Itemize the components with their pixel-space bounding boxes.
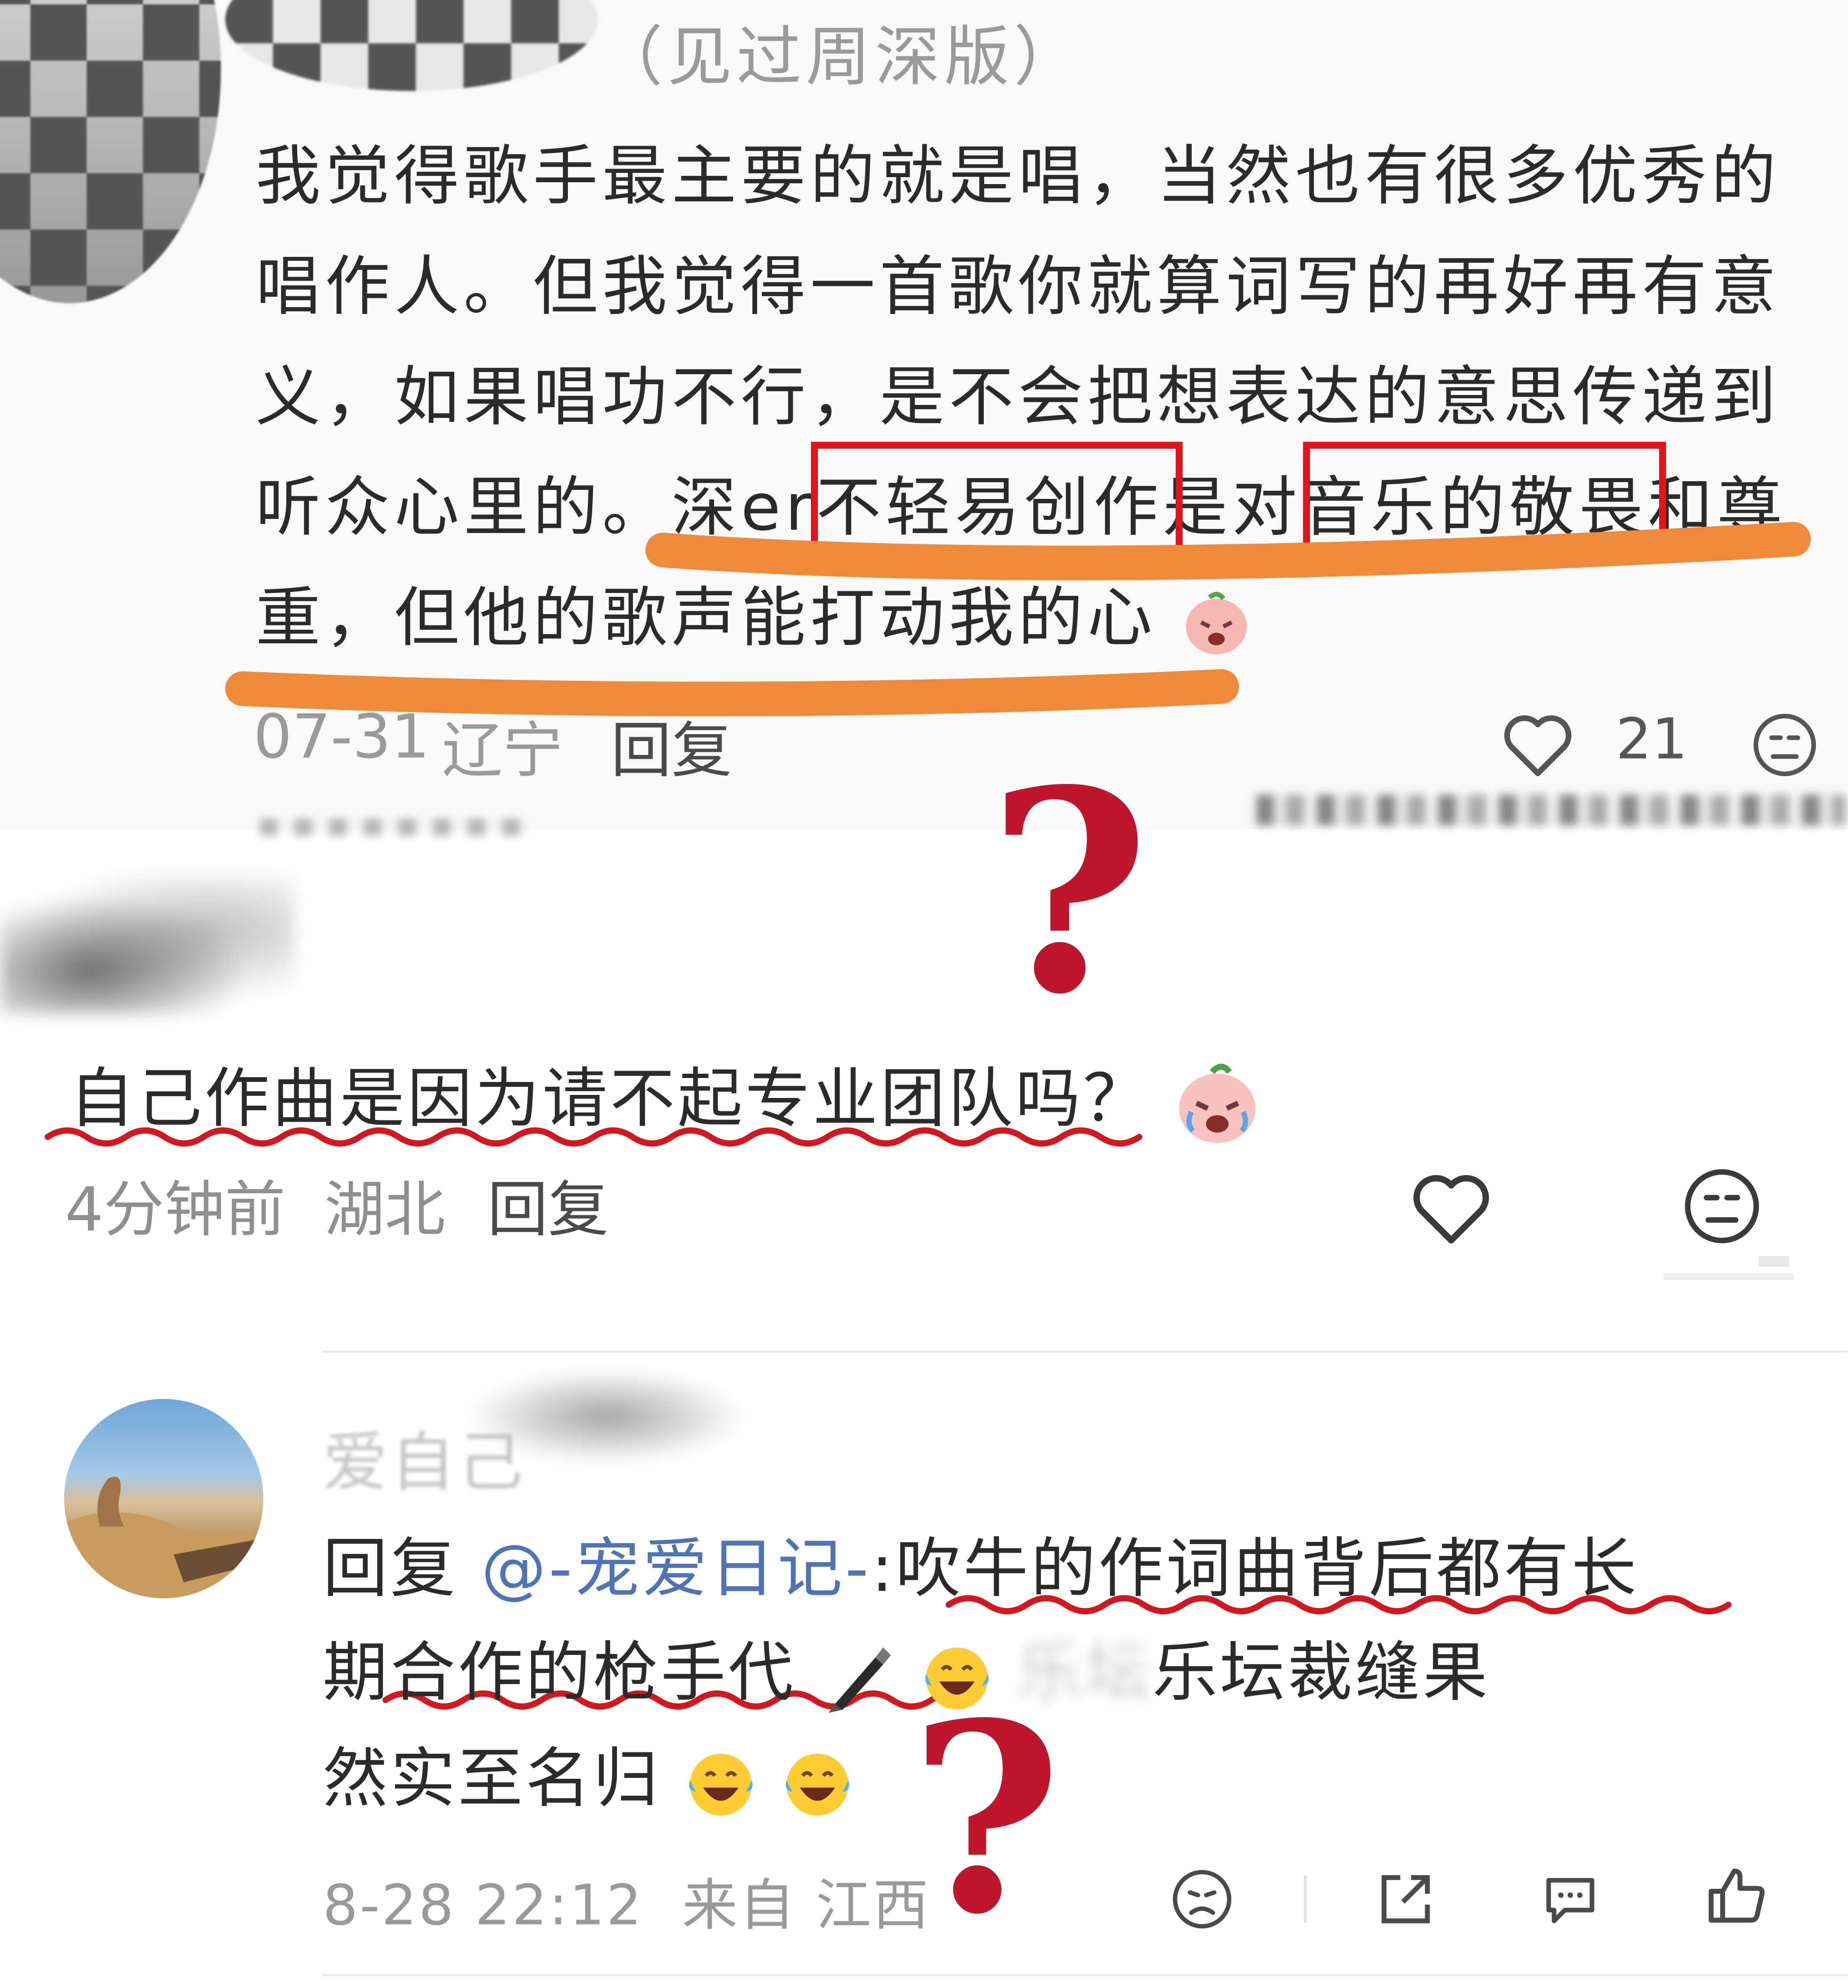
comment-divider: [323, 1350, 1848, 1353]
comment-divider: [323, 1974, 1848, 1976]
time-text: 4分钟前: [65, 1175, 286, 1245]
commenter-avatar[interactable]: [64, 1399, 263, 1598]
line-text: 乐坛裁缝果: [1152, 1635, 1491, 1710]
dislike-face-icon[interactable]: [1681, 1165, 1763, 1247]
dislike-face-icon[interactable]: [1170, 1867, 1235, 1932]
question-mark-annotation: ?: [910, 1666, 1062, 1972]
laughing-tears-emoji: [689, 1753, 752, 1816]
reply-button[interactable]: 回复: [487, 1161, 609, 1248]
watermark-icon: [1663, 1256, 1793, 1280]
comment-line: 回复 @-宠爱日记-:吹牛的作词曲背后都有长: [323, 1516, 1639, 1610]
laughing-tears-emoji: [786, 1753, 849, 1816]
thumbs-up-icon[interactable]: [1702, 1862, 1772, 1932]
line-text: 期合作的枪手代: [323, 1635, 796, 1710]
action-separator: [1304, 1875, 1307, 1923]
comment-time: 4分钟前 湖北: [65, 1161, 445, 1248]
datetime-text: 8-28 22:12: [323, 1873, 644, 1938]
reply-prefix: 回复: [323, 1531, 481, 1606]
comment-line: 期合作的枪手代 乐坛乐坛裁缝果: [323, 1620, 1490, 1716]
comment-icon[interactable]: [1538, 1867, 1603, 1932]
pen-emoji: [828, 1647, 891, 1713]
mention-link[interactable]: @-宠爱日记-: [481, 1531, 871, 1606]
heart-icon[interactable]: [1408, 1169, 1495, 1247]
share-icon[interactable]: [1373, 1867, 1438, 1932]
rock-landscape-photo: [64, 1476, 263, 1598]
location-text: 湖北: [324, 1175, 446, 1245]
username[interactable]: 爱自己: [323, 1410, 525, 1504]
comment-line: 然实至名归: [323, 1726, 854, 1820]
comment-meta: 8-28 22:12 来自 江西: [323, 1860, 930, 1940]
line-text: :吹牛的作词曲背后都有长: [871, 1531, 1639, 1606]
location-text: 来自 江西: [682, 1873, 930, 1938]
line-text: 然实至名归: [323, 1741, 661, 1816]
